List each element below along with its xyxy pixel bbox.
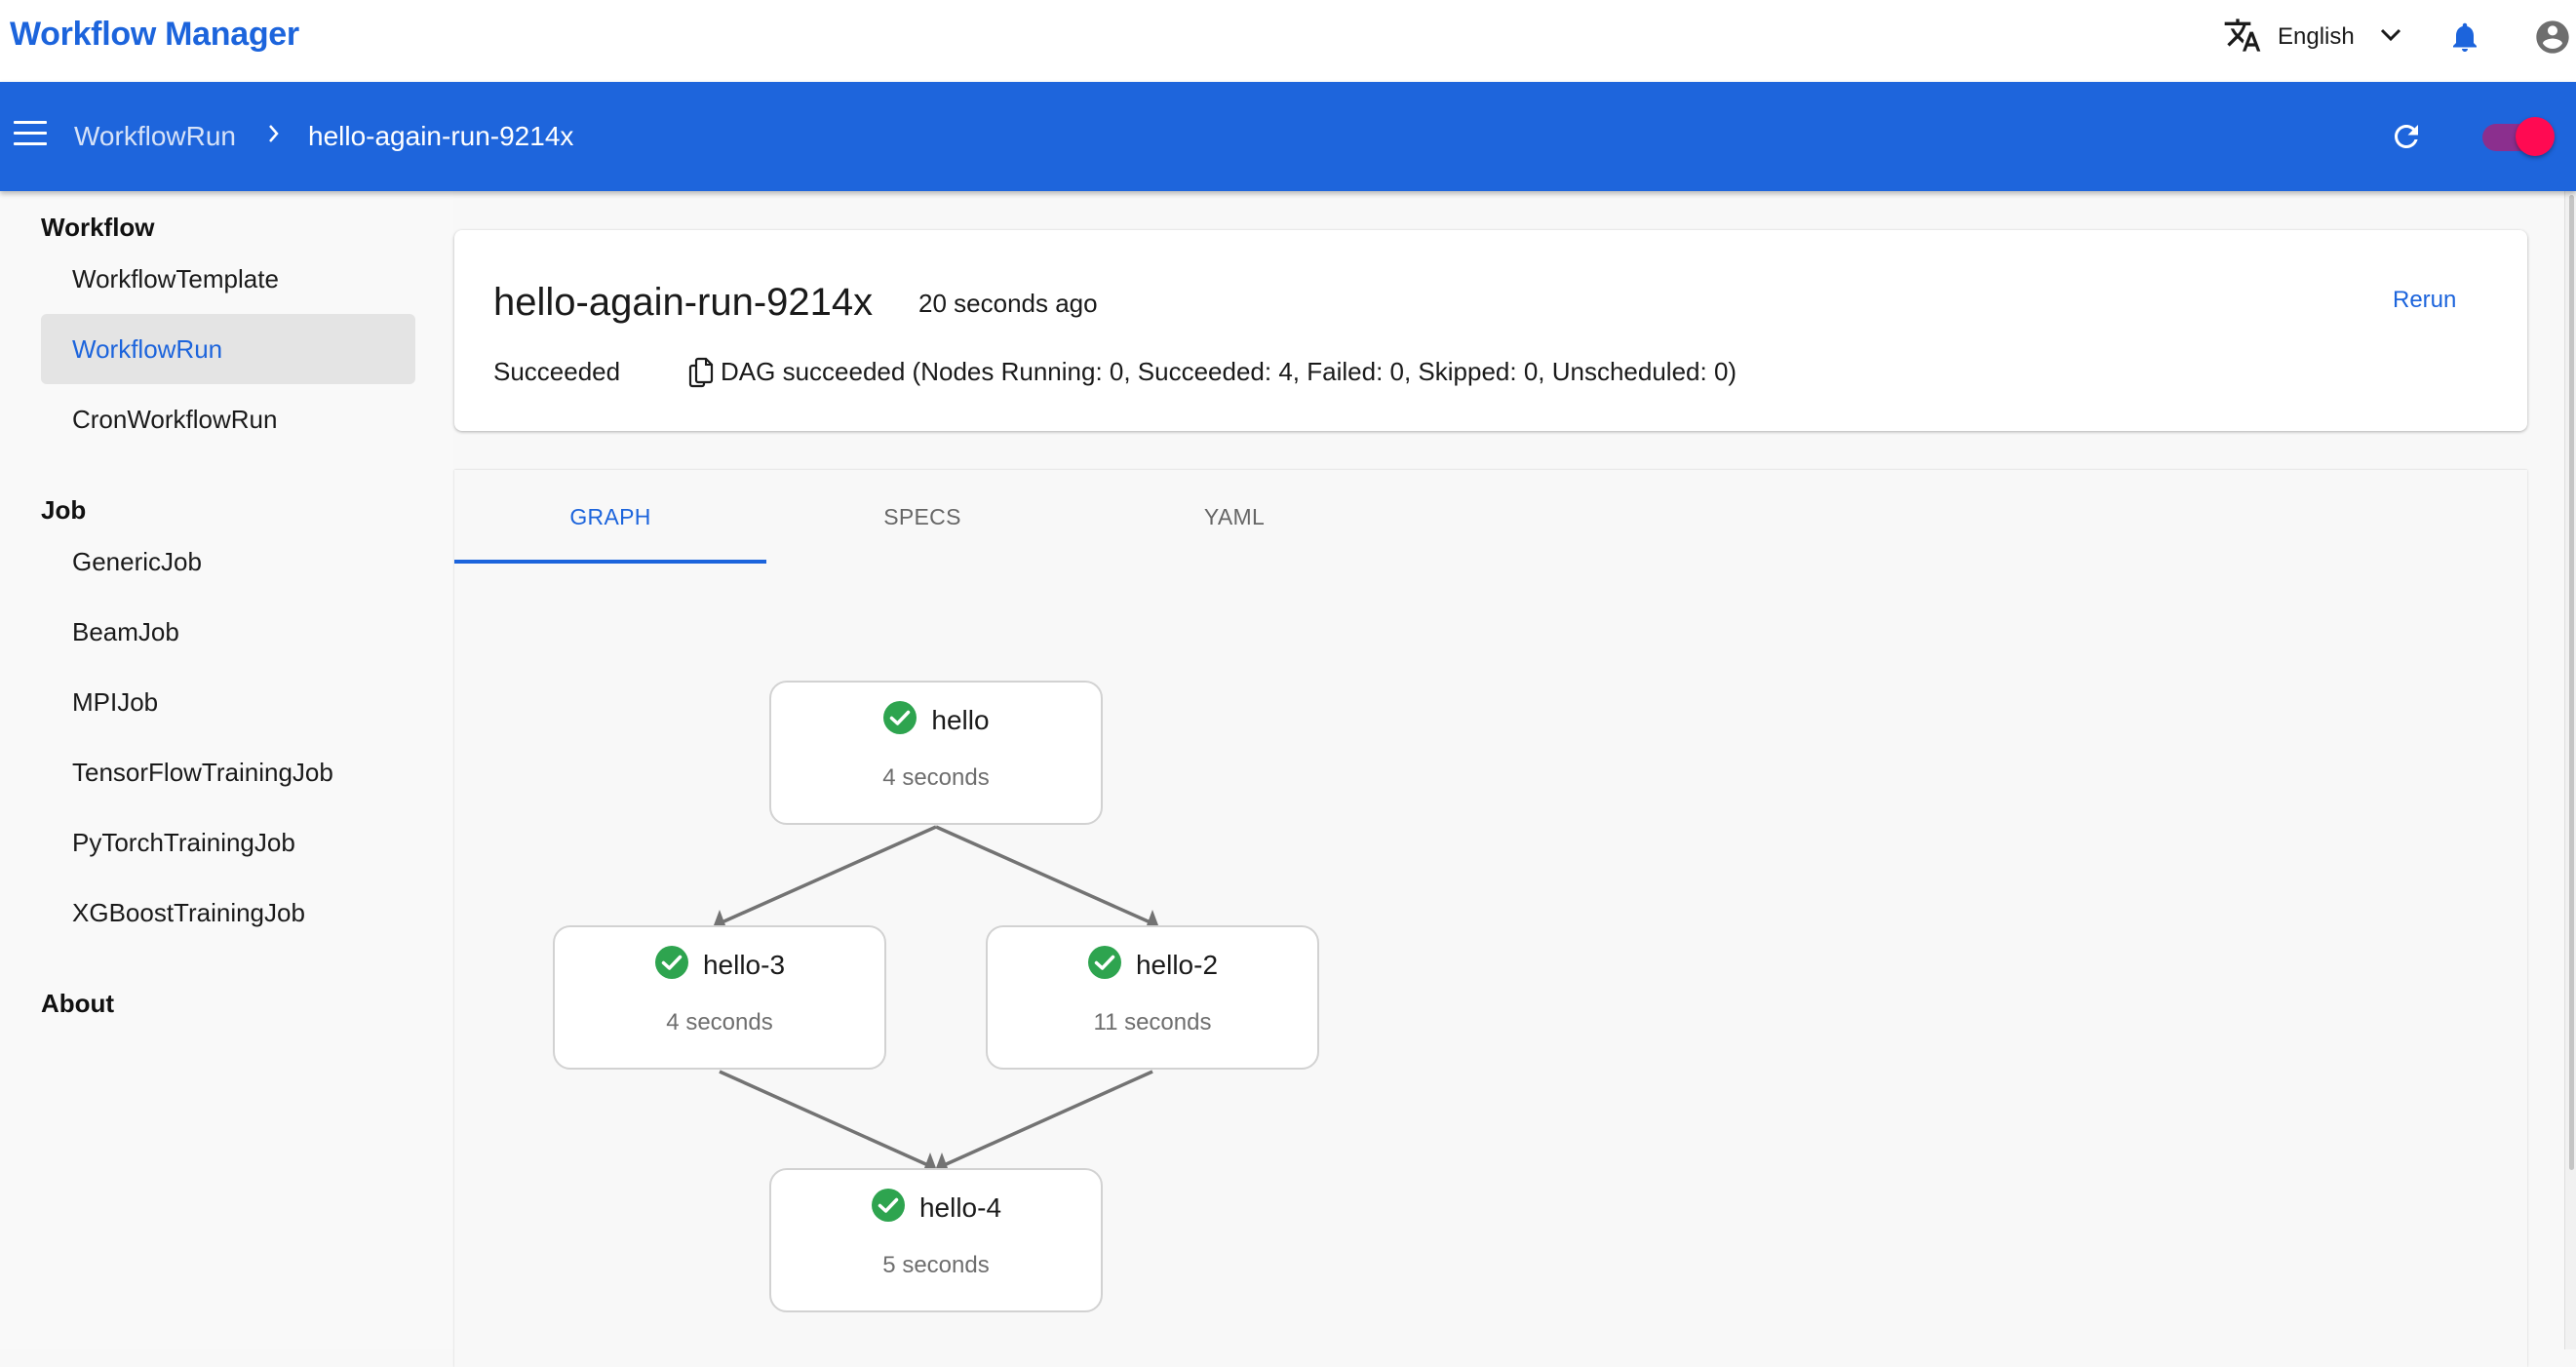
check-circle-icon — [1087, 945, 1122, 985]
bell-icon[interactable] — [2447, 18, 2482, 61]
run-age: 20 seconds ago — [918, 289, 1098, 318]
sidebar-section-workflow: Workflow — [41, 213, 155, 242]
node-duration: 11 seconds — [1093, 1009, 1212, 1035]
sidebar-item-pytorchtrainingjob[interactable]: PyTorchTrainingJob — [41, 807, 415, 878]
node-header: hello — [771, 700, 1101, 740]
toolbar: WorkflowRun hello-again-run-9214x — [0, 82, 2576, 191]
translate-icon — [2223, 16, 2262, 59]
scrollbar-thumb[interactable] — [2569, 195, 2574, 1170]
chevron-down-icon — [2380, 28, 2401, 47]
node-duration: 4 seconds — [882, 764, 990, 791]
arrowhead-icon — [714, 910, 725, 925]
node-name: hello-3 — [702, 949, 786, 980]
dag-edges — [714, 825, 1158, 1168]
dag-node-hello-3[interactable]: hello-3 4 seconds — [553, 925, 886, 1070]
dag-edge-hello-to-hello-2 — [935, 825, 1153, 925]
node-header: hello-4 — [771, 1188, 1101, 1228]
arrowhead-icon — [1147, 910, 1158, 925]
arrowhead-icon — [936, 1152, 948, 1168]
sidebar-item-workflowrun[interactable]: WorkflowRun — [41, 314, 415, 384]
check-circle-icon — [871, 1188, 906, 1228]
dag-edge-hello-to-hello-3 — [719, 825, 937, 925]
menu-icon[interactable] — [14, 121, 47, 152]
dag-node-hello-4[interactable]: hello-4 5 seconds — [769, 1168, 1103, 1312]
language-label: English — [2278, 23, 2355, 50]
node-duration: 5 seconds — [882, 1252, 990, 1278]
refresh-icon[interactable] — [2389, 119, 2424, 159]
breadcrumb-current: hello-again-run-9214x — [308, 121, 574, 151]
app-title[interactable]: Workflow Manager — [10, 16, 299, 54]
dag-edge-hello-3-to-hello-4 — [719, 1070, 931, 1168]
run-summary-card: hello-again-run-9214x 20 seconds ago Rer… — [454, 230, 2527, 431]
sidebar-item-tensorflowtrainingjob[interactable]: TensorFlowTrainingJob — [41, 737, 415, 807]
node-duration: 4 seconds — [666, 1009, 773, 1035]
sidebar-section-job: Job — [41, 495, 87, 525]
run-message: DAG succeeded (Nodes Running: 0, Succeed… — [721, 357, 1737, 386]
dag-node-hello[interactable]: hello 4 seconds — [769, 681, 1103, 825]
check-circle-icon — [882, 700, 917, 740]
sidebar-item-mpijob[interactable]: MPIJob — [41, 667, 415, 737]
arrowhead-icon — [924, 1152, 936, 1168]
sidebar-item-cronworkflowrun[interactable]: CronWorkflowRun — [41, 384, 415, 454]
run-name: hello-again-run-9214x — [493, 281, 874, 324]
breadcrumb-workflowrun[interactable]: WorkflowRun — [74, 121, 236, 152]
dag-edge-hello-2-to-hello-4 — [941, 1070, 1153, 1168]
sidebar-item-genericjob[interactable]: GenericJob — [41, 527, 415, 597]
language-selector[interactable]: English — [2223, 16, 2401, 59]
sidebar: Workflow WorkflowTemplate WorkflowRun Cr… — [0, 191, 453, 1349]
run-status: Succeeded — [493, 357, 621, 386]
node-name: hello-4 — [918, 1191, 1002, 1223]
node-name: hello — [931, 704, 990, 735]
theme-toggle[interactable] — [2482, 117, 2556, 156]
dag-node-hello-2[interactable]: hello-2 11 seconds — [986, 925, 1319, 1070]
node-header: hello-3 — [555, 945, 884, 985]
app-bar: Workflow Manager English — [0, 0, 2576, 82]
sidebar-item-xgboosttrainingjob[interactable]: XGBoostTrainingJob — [41, 878, 415, 948]
chevron-right-icon — [267, 123, 281, 149]
node-header: hello-2 — [988, 945, 1317, 985]
check-circle-icon — [654, 945, 689, 985]
sidebar-item-beamjob[interactable]: BeamJob — [41, 597, 415, 667]
sidebar-item-workflowtemplate[interactable]: WorkflowTemplate — [41, 244, 415, 314]
toggle-thumb — [2516, 117, 2555, 156]
rerun-button[interactable]: Rerun — [2393, 287, 2456, 314]
graph-card: GRAPH SPECS YAML hello 4 seconds hello-3 4 … — [454, 470, 2527, 1367]
copy-icon[interactable] — [688, 357, 716, 393]
sidebar-section-about[interactable]: About — [41, 989, 114, 1019]
node-name: hello-2 — [1135, 949, 1219, 980]
account-circle-icon[interactable] — [2533, 18, 2572, 61]
